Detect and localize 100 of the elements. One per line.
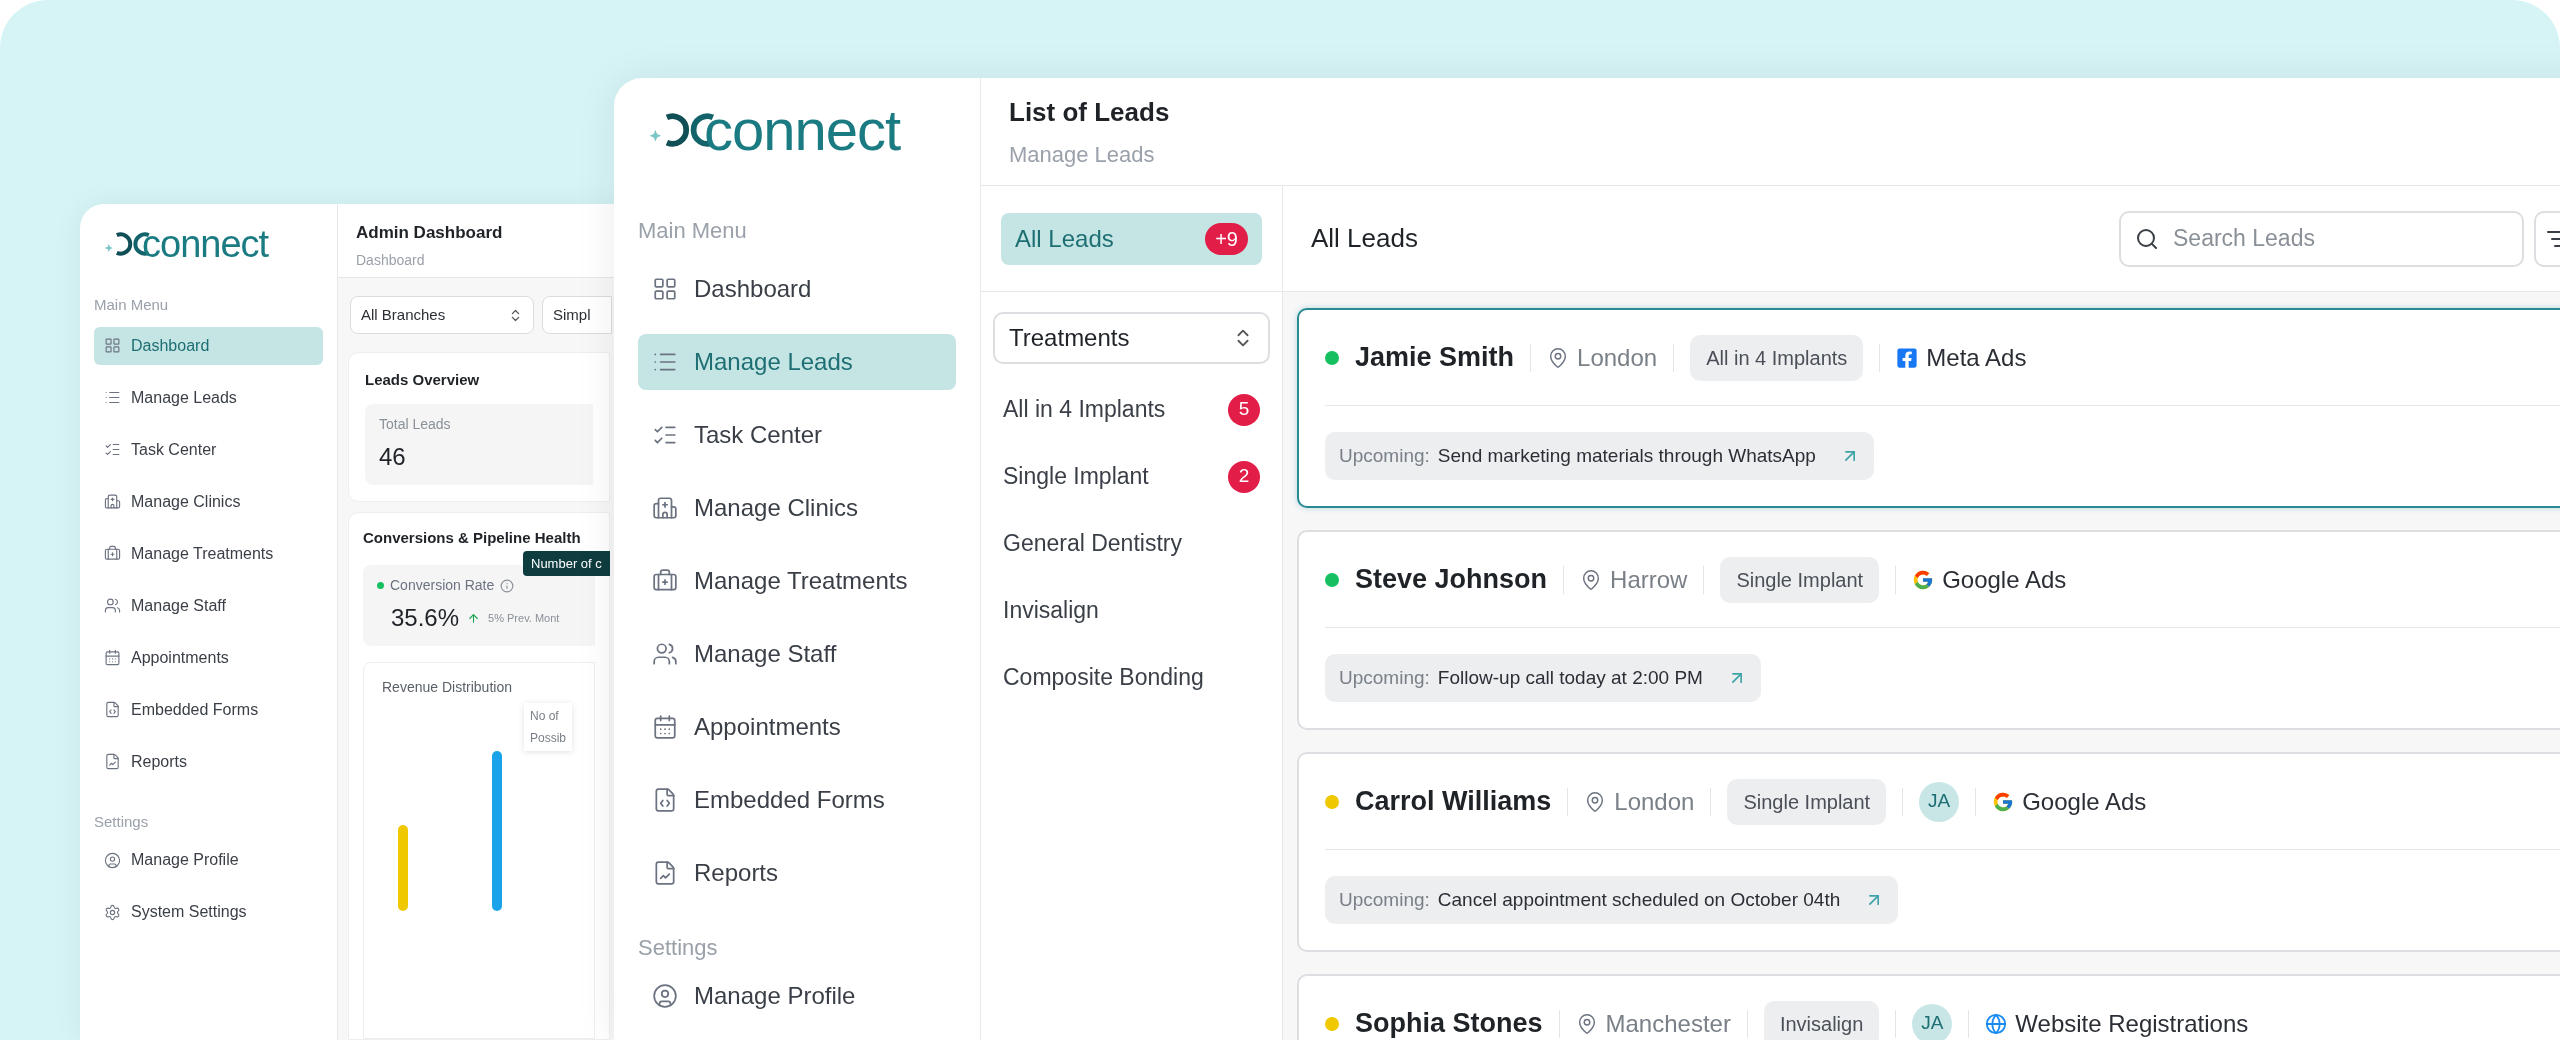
calendar-icon xyxy=(652,714,678,740)
lead-name: Carrol Williams xyxy=(1355,785,1552,819)
menu-section-label: Main Menu xyxy=(638,217,748,245)
sidebar-item[interactable]: Manage Clinics xyxy=(638,480,956,536)
count-badge: 5 xyxy=(1228,393,1260,426)
menu-section-label: Main Menu xyxy=(94,295,170,315)
google-icon xyxy=(1992,790,2015,813)
lead-card[interactable]: Jamie Smith London All in 4 Implants Meta Ads Upcoming: Send marketing materials through WhatsApp xyxy=(1297,308,2560,508)
page-subtitle: Manage Leads xyxy=(1009,140,1156,169)
upcoming-label: Upcoming: xyxy=(1339,443,1430,468)
sidebar-item[interactable]: System Settings xyxy=(94,893,323,931)
sidebar-item[interactable]: Reports xyxy=(94,742,323,781)
treatment-tag: Single Implant xyxy=(1720,556,1880,603)
assignee-avatar: JA xyxy=(1919,781,1960,822)
lead-card[interactable]: Steve Johnson Harrow Single Implant Google Ads Upcoming: Follow-up call today at 2:00 PM xyxy=(1297,530,2560,730)
logo-text: connect xyxy=(704,101,901,159)
logo-text: connect xyxy=(142,225,269,263)
checklist-icon xyxy=(104,441,121,458)
lead-source: Google Ads xyxy=(1942,564,2067,595)
select-field[interactable]: Simpl xyxy=(542,296,612,334)
upcoming-label: Upcoming: xyxy=(1339,887,1430,912)
sidebar-item[interactable]: Manage Clinics xyxy=(94,482,323,521)
sidebar-item[interactable]: Task Center xyxy=(94,430,323,469)
sidebar-item[interactable]: Manage Leads xyxy=(94,378,323,417)
tooltip-text: No of xyxy=(530,708,560,725)
medical-case-icon xyxy=(104,545,121,562)
tooltip: Number of c xyxy=(523,550,610,576)
facebook-icon xyxy=(1896,346,1919,369)
status-dot-icon xyxy=(377,582,384,589)
sidebar-item[interactable]: Manage Profile xyxy=(94,841,323,879)
treatment-tag: All in 4 Implants xyxy=(1690,334,1864,381)
page-title: Admin Dashboard xyxy=(356,222,504,245)
lead-city: Harrow xyxy=(1610,564,1688,595)
treatment-filter-item[interactable]: All in 4 Implants 5 xyxy=(993,376,1270,443)
lead-name: Sophia Stones xyxy=(1355,1007,1543,1040)
upcoming-label: Upcoming: xyxy=(1339,665,1430,690)
sidebar-item[interactable]: Embedded Forms xyxy=(638,772,956,828)
lead-name: Jamie Smith xyxy=(1355,341,1515,375)
upcoming-task-chip[interactable]: Upcoming: Cancel appointment scheduled on October 04th xyxy=(1325,876,1899,924)
arrow-up-icon xyxy=(467,611,481,625)
chart-file-icon xyxy=(652,860,678,886)
search-field[interactable]: Search Leads xyxy=(2119,210,2524,267)
page-subtitle: Dashboard xyxy=(356,250,426,270)
chart-title: Revenue Distribution xyxy=(382,678,513,697)
lead-card[interactable]: Sophia Stones Manchester Invisalign JA Website Registrations xyxy=(1297,974,2560,1040)
all-leads-filter[interactable]: All Leads +9 xyxy=(1001,212,1262,265)
lead-name: Steve Johnson xyxy=(1355,563,1548,597)
sidebar-item[interactable]: Reports xyxy=(638,845,956,901)
sidebar-item[interactable]: Manage Staff xyxy=(94,586,323,625)
treatment-filter-item[interactable]: Invisalign xyxy=(993,577,1270,644)
users-icon xyxy=(652,641,678,667)
sidebar-item[interactable]: Manage Treatments xyxy=(94,534,323,573)
building-icon xyxy=(652,495,678,521)
sidebar-item[interactable]: Dashboard xyxy=(94,326,323,365)
sidebar-item[interactable]: Manage Profile xyxy=(638,968,956,1024)
upcoming-task-chip[interactable]: Upcoming: Follow-up call today at 2:00 PM xyxy=(1325,654,1761,702)
count-badge: +9 xyxy=(1205,222,1248,255)
sidebar-item[interactable]: Dashboard xyxy=(638,261,956,317)
code-file-icon xyxy=(104,701,121,718)
metric-change: 5% Prev. Mont xyxy=(488,610,560,626)
select-field[interactable]: All Branches xyxy=(350,296,534,334)
treatment-tag: Single Implant xyxy=(1727,778,1887,825)
search-icon xyxy=(2135,226,2159,251)
list-icon xyxy=(104,389,121,406)
lead-source: Website Registrations xyxy=(2015,1008,2249,1039)
treatment-filter-item[interactable]: General Dentistry xyxy=(993,510,1270,577)
stat-label: Total Leads xyxy=(379,414,452,434)
sidebar-item[interactable]: Manage Staff xyxy=(638,626,956,682)
lead-source: Meta Ads xyxy=(1926,342,2027,373)
user-circle-icon xyxy=(652,983,678,1009)
list-title: All Leads xyxy=(1311,222,1418,255)
user-circle-icon xyxy=(104,851,121,869)
card-title: Leads Overview xyxy=(365,370,481,390)
lead-city: London xyxy=(1577,342,1658,373)
tooltip-text: Possib xyxy=(530,730,567,747)
stat-value: 46 xyxy=(379,441,407,472)
sidebar-item[interactable]: Appointments xyxy=(94,638,323,677)
dashboard-grid-icon xyxy=(652,276,678,302)
sidebar-item[interactable]: Manage Leads xyxy=(638,334,956,390)
upcoming-task: Cancel appointment scheduled on October 04th xyxy=(1437,887,1841,912)
lead-card[interactable]: Carrol Williams London Single Implant JA Google Ads Upcoming: Cancel appointment scheduled on October 04th xyxy=(1297,752,2560,952)
metric-label: Conversion Rate xyxy=(390,576,495,595)
treatment-filter-item[interactable]: Composite Bonding xyxy=(993,644,1270,711)
sidebar-item[interactable]: Embedded Forms xyxy=(94,690,323,729)
lead-city: London xyxy=(1614,786,1695,817)
info-icon[interactable] xyxy=(500,578,515,593)
building-icon xyxy=(104,493,121,510)
treatments-select[interactable]: Treatments xyxy=(993,312,1270,364)
globe-icon xyxy=(1985,1012,2008,1035)
treatment-filter-item[interactable]: Single Implant 2 xyxy=(993,443,1270,510)
sidebar-item[interactable]: Task Center xyxy=(638,407,956,463)
google-icon xyxy=(1912,568,1935,591)
menu-section-label: Settings xyxy=(638,934,719,962)
lead-city: Manchester xyxy=(1605,1008,1731,1039)
upcoming-task: Send marketing materials through WhatsApp xyxy=(1437,443,1816,468)
users-icon xyxy=(104,597,121,614)
count-badge: 2 xyxy=(1228,460,1260,493)
sidebar-item[interactable]: Appointments xyxy=(638,699,956,755)
upcoming-task-chip[interactable]: Upcoming: Send marketing materials through WhatsApp xyxy=(1325,432,1874,480)
sidebar-item[interactable]: Manage Treatments xyxy=(638,553,956,609)
